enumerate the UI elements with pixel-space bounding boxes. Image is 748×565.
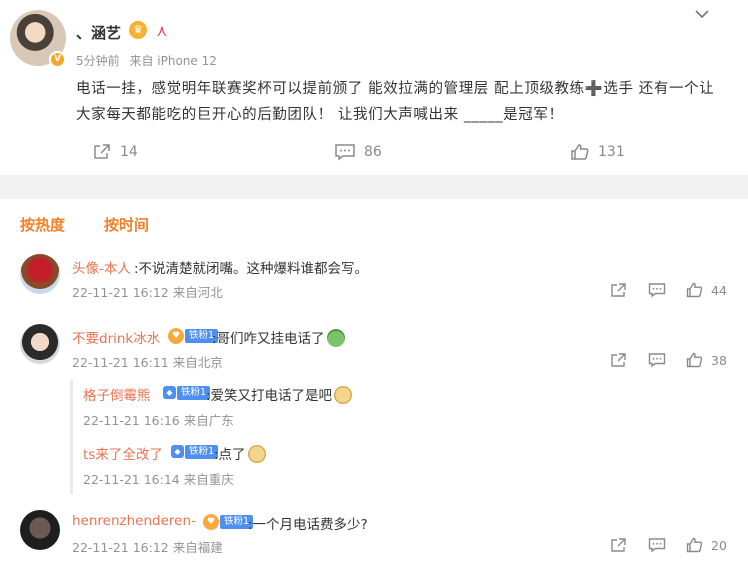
comment-item: henrenzhenderen- ♥ 铁粉1 :一个月电话费多少? 22-11-…	[0, 508, 748, 564]
repost-count: 14	[120, 144, 138, 160]
post-text: 电话一挂，感觉明年联赛奖杯可以提前颁了 能效拉满的管理层 配上顶级教练➕选手 还…	[76, 81, 715, 123]
comment-share-button[interactable]	[610, 282, 627, 298]
fan-badge: ♥ 铁粉1	[168, 327, 219, 344]
comment-text-content: :哥们咋又挂电话了	[212, 331, 325, 347]
post-meta: 5分钟前 来自 iPhone 12	[76, 52, 217, 69]
comment-icon	[648, 283, 666, 298]
comment-like-button[interactable]: 44	[686, 282, 727, 298]
comment-text: :不说清楚就闭嘴。这种爆料谁都会写。	[134, 261, 369, 277]
author-name[interactable]: 、涵艺	[76, 22, 121, 43]
verified-badge-icon: V	[49, 51, 66, 68]
reply-meta: 22-11-21 16:14 来自重庆	[83, 472, 234, 487]
reply-list: 格子倒霉熊 ◆ 铁粉1 :爱笑又打电话了是吧 22-11-21 16:16 来自…	[70, 380, 730, 494]
thumbs-up-icon	[686, 282, 703, 298]
comment-author[interactable]: henrenzhenderen-	[72, 513, 196, 529]
comment-icon	[648, 353, 666, 368]
comment-reply-button[interactable]	[648, 537, 666, 553]
thumbs-up-icon	[686, 537, 703, 553]
comment-like-count: 20	[711, 537, 727, 553]
hands-icon: ⋏	[156, 21, 168, 40]
frog-emoji-icon	[326, 329, 345, 347]
comment-text: :一个月电话费多少?	[248, 517, 368, 533]
thumbs-up-icon	[686, 352, 703, 368]
comment-item: 不要drink冰水 ♥ 铁粉1 :哥们咋又挂电话了 22-11-21 16:11…	[0, 322, 748, 502]
comment-share-button[interactable]	[610, 537, 627, 553]
post-card: V 、涵艺 ♛ ⋏ 5分钟前 来自 iPhone 12 电话一挂，感觉明年联赛奖…	[0, 0, 748, 175]
comment-like-button[interactable]: 20	[686, 537, 727, 553]
reply-text-content: :点了	[214, 447, 246, 463]
comment-author[interactable]: 头像-本人	[72, 257, 131, 277]
share-icon	[611, 538, 626, 552]
post-source: 来自 iPhone 12	[129, 54, 217, 68]
fan-icon: ♥	[203, 513, 219, 530]
doge-emoji-icon	[334, 386, 353, 404]
like-button[interactable]: 131	[570, 138, 625, 166]
share-icon	[611, 283, 626, 297]
chevron-down-icon[interactable]	[694, 8, 710, 20]
post-actions: 14 86 131	[0, 138, 748, 166]
comment-text: :哥们咋又挂电话了	[212, 327, 345, 347]
post-time[interactable]: 5分钟前	[76, 54, 120, 68]
doge-emoji-icon	[247, 445, 266, 463]
reply-text: :点了	[214, 443, 266, 463]
comment-share-button[interactable]	[610, 352, 627, 368]
fan-badge: ◆ 铁粉1	[163, 385, 211, 400]
comment-author[interactable]: 不要drink冰水	[72, 327, 160, 347]
comment-actions: 20	[0, 537, 748, 555]
reply-meta: 22-11-21 16:16 来自广东	[83, 413, 234, 428]
comment-actions: 44	[0, 282, 748, 300]
crown-icon: ♛	[129, 21, 147, 39]
repost-button[interactable]: 14	[92, 138, 138, 166]
reply-text: :爱笑又打电话了是吧	[206, 384, 353, 404]
share-icon	[94, 144, 110, 159]
fan-badge: ♥ 铁粉1	[203, 513, 254, 530]
comment-like-button[interactable]: 38	[686, 352, 727, 368]
comment-reply-button[interactable]	[648, 282, 666, 298]
reply-author[interactable]: ts来了全改了	[83, 443, 163, 463]
comment-actions: 38	[0, 352, 748, 370]
thumbs-up-icon	[571, 144, 589, 160]
comment-button[interactable]: 86	[334, 138, 382, 166]
reply-author[interactable]: 格子倒霉熊	[83, 384, 151, 404]
fan-icon: ◆	[171, 445, 184, 458]
comment-reply-button[interactable]	[648, 352, 666, 368]
fan-icon: ◆	[163, 386, 176, 399]
fan-icon: ♥	[168, 327, 184, 344]
comment-icon	[335, 144, 355, 161]
section-divider	[0, 175, 748, 199]
share-icon	[611, 353, 626, 367]
fan-badge: ◆ 铁粉1	[171, 444, 219, 459]
like-count: 131	[598, 144, 625, 160]
comment-icon	[648, 538, 666, 553]
comment-count: 86	[364, 144, 382, 160]
tab-hot[interactable]: 按热度	[20, 214, 65, 235]
reply-text-content: :爱笑又打电话了是吧	[206, 388, 333, 404]
comment-like-count: 38	[711, 352, 727, 368]
comment-item: 头像-本人 :不说清楚就闭嘴。这种爆料谁都会写。 22-11-21 16:12 …	[0, 252, 748, 310]
comment-like-count: 44	[711, 282, 727, 298]
tab-time[interactable]: 按时间	[104, 214, 149, 235]
